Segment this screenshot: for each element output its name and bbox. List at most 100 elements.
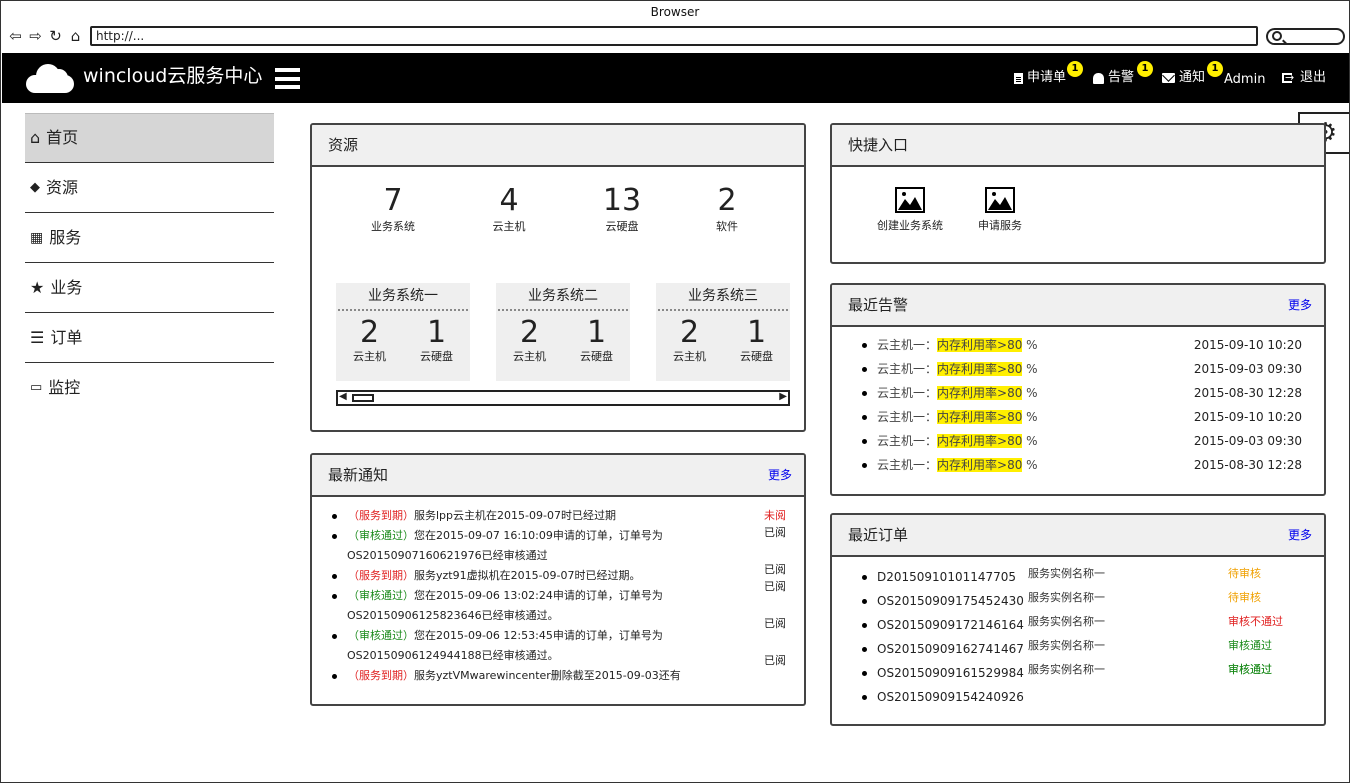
notice-line[interactable]: （服务到期）服务lpp云主机在2015-09-07时已经过期 xyxy=(312,506,804,526)
sidebar-item-orders[interactable]: ☰ 订单 xyxy=(25,313,274,363)
notice-line[interactable]: （服务到期）服务yztVMwarewincenter删除截至2015-09-03… xyxy=(312,666,804,682)
quick-apply-service[interactable]: 申请服务 xyxy=(972,187,1028,235)
alarm-time: 2015-09-03 09:30 xyxy=(1193,434,1302,448)
home-icon[interactable]: ⌂ xyxy=(67,27,84,45)
alarm-row[interactable]: 云主机一：内存利用率>80 % 2015-09-10 10:20 xyxy=(832,333,1324,357)
apply-button[interactable]: 申请单 xyxy=(1014,70,1066,86)
sidebar-item-business[interactable]: ★ 业务 xyxy=(25,263,274,313)
alarm-row[interactable]: 云主机一：内存利用率>80 % 2015-08-30 12:28 xyxy=(832,453,1324,477)
alarm-host: 云主机一： xyxy=(877,434,938,448)
sidebar-item-monitor[interactable]: ▭ 监控 xyxy=(25,363,274,413)
order-id[interactable]: OS20150909154240926 xyxy=(877,685,1024,709)
sidebar-item-resources[interactable]: ◆ 资源 xyxy=(25,163,274,213)
notice-line[interactable]: （审核通过）您在2015-09-07 16:10:09申请的订单，订单号为 xyxy=(312,526,804,546)
notice-line[interactable]: OS20150907160621976已经审核通过 xyxy=(312,546,804,566)
alarm-text: 云主机一：内存利用率>80 % xyxy=(877,405,1038,429)
bullet-icon xyxy=(862,671,867,676)
bullet-icon xyxy=(332,534,337,539)
order-id[interactable]: D20150910101147705 xyxy=(877,565,1016,589)
stat-software[interactable]: 2 软件 xyxy=(682,185,772,235)
notice-status[interactable]: 已阅 xyxy=(764,577,786,597)
alarm-text: 云主机一：内存利用率>80 % xyxy=(877,429,1038,453)
url-input[interactable]: http://... xyxy=(90,26,1258,46)
notice-line[interactable]: OS20150906124944188已经审核通过。 xyxy=(312,646,804,666)
bullet-icon xyxy=(862,463,867,468)
stat-vm[interactable]: 4 云主机 xyxy=(464,185,554,235)
home-icon: ⌂ xyxy=(30,128,41,147)
order-status: 审核不通过 xyxy=(1228,615,1283,628)
notice-line[interactable]: （服务到期）服务yzt91虚拟机在2015-09-07时已经过期。 xyxy=(312,566,804,586)
notice-tag: （服务到期） xyxy=(348,569,414,582)
quick-panel: 快捷入口 创建业务系统 申请服务 xyxy=(830,123,1326,264)
alarm-row[interactable]: 云主机一：内存利用率>80 % 2015-09-03 09:30 xyxy=(832,357,1324,381)
orders-title: 最近订单 xyxy=(848,526,909,544)
bullet-icon xyxy=(862,415,867,420)
alarm-unit: % xyxy=(1026,338,1038,352)
scroll-left-icon[interactable]: ◀ xyxy=(339,391,347,402)
system-card-1[interactable]: 业务系统一 2 云主机 1 云硬盘 xyxy=(336,283,470,381)
notices-title: 最新通知 xyxy=(328,466,389,484)
sidebar-item-home[interactable]: ⌂ 首页 xyxy=(25,113,274,163)
notice-text: 服务lpp云主机在2015-09-07时已经过期 xyxy=(414,509,616,522)
notice-line[interactable]: （审核通过）您在2015-09-06 13:02:24申请的订单，订单号为 xyxy=(312,586,804,606)
back-icon[interactable]: ⇦ xyxy=(7,27,24,45)
notice-status[interactable]: 已阅 xyxy=(764,614,786,634)
notice-list: （服务到期）服务lpp云主机在2015-09-07时已经过期 （审核通过）您在20… xyxy=(312,506,804,682)
scroll-right-icon[interactable]: ▶ xyxy=(779,391,787,402)
quick-create-system[interactable]: 创建业务系统 xyxy=(872,187,948,235)
alarms-more-link[interactable]: 更多 xyxy=(1288,285,1312,325)
notice-status[interactable]: 已阅 xyxy=(764,651,786,671)
browser-search[interactable] xyxy=(1266,28,1345,45)
order-service-name: 服务实例名称一 xyxy=(1028,663,1105,676)
reload-icon[interactable]: ↻ xyxy=(47,27,64,45)
notice-button[interactable]: 通知 xyxy=(1162,70,1205,86)
order-row[interactable]: OS20150909154240926 服务实例名称一 审核通过 xyxy=(832,663,1324,709)
orders-more-link[interactable]: 更多 xyxy=(1288,515,1312,555)
sidebar-item-services[interactable]: ▦ 服务 xyxy=(25,213,274,263)
notice-text: 您在2015-09-06 13:02:24申请的订单，订单号为 xyxy=(414,589,663,602)
alarm-row[interactable]: 云主机一：内存利用率>80 % 2015-09-03 09:30 xyxy=(832,429,1324,453)
system-card-3[interactable]: 业务系统三 2 云主机 1 云硬盘 xyxy=(656,283,790,381)
menu-toggle-icon[interactable] xyxy=(275,68,300,89)
notice-text: OS20150906125823646已经审核通过。 xyxy=(347,609,559,622)
user-menu[interactable]: Admin xyxy=(1224,72,1265,88)
order-id[interactable]: OS20150909161529984 xyxy=(877,661,1024,685)
alarm-time: 2015-09-10 10:20 xyxy=(1193,338,1302,352)
notice-tag: （服务到期） xyxy=(348,669,414,682)
forward-icon[interactable]: ⇨ xyxy=(27,27,44,45)
bullet-icon xyxy=(862,343,867,348)
alarm-host: 云主机一： xyxy=(877,338,938,352)
bullet-icon xyxy=(862,575,867,580)
logout-icon xyxy=(1282,70,1294,86)
stat-business[interactable]: 7 业务系统 xyxy=(348,185,438,235)
scroll-thumb[interactable] xyxy=(352,394,374,402)
alarm-time: 2015-09-10 10:20 xyxy=(1193,410,1302,424)
order-id[interactable]: OS20150909175452430 xyxy=(877,589,1024,613)
notice-text: 您在2015-09-07 16:10:09申请的订单，订单号为 xyxy=(414,529,663,542)
bullet-icon xyxy=(862,695,867,700)
notice-line[interactable]: （审核通过）您在2015-09-06 12:53:45申请的订单，订单号为 xyxy=(312,626,804,646)
alarm-button[interactable]: 告警 xyxy=(1093,70,1134,86)
horizontal-scrollbar[interactable]: ◀ ▶ xyxy=(336,390,790,406)
order-id[interactable]: OS20150909172146164 xyxy=(877,613,1024,637)
alarm-text: 云主机一：内存利用率>80 % xyxy=(877,357,1038,381)
image-icon xyxy=(895,187,925,213)
alarm-unit: % xyxy=(1026,458,1038,472)
bullet-icon xyxy=(332,574,337,579)
cube-icon: ◆ xyxy=(30,179,40,195)
alarm-time: 2015-08-30 12:28 xyxy=(1193,458,1302,472)
alarm-row[interactable]: 云主机一：内存利用率>80 % 2015-08-30 12:28 xyxy=(832,381,1324,405)
notices-more-link[interactable]: 更多 xyxy=(768,455,792,495)
notice-line[interactable]: OS20150906125823646已经审核通过。 xyxy=(312,606,804,626)
notice-status[interactable]: 已阅 xyxy=(764,523,786,543)
alarm-metric: 内存利用率>80 xyxy=(937,458,1023,472)
stat-disk[interactable]: 13 云硬盘 xyxy=(577,185,667,235)
alarm-list: 云主机一：内存利用率>80 % 2015-09-10 10:20 云主机一：内存利用… xyxy=(832,333,1324,477)
alarm-row[interactable]: 云主机一：内存利用率>80 % 2015-09-10 10:20 xyxy=(832,405,1324,429)
image-icon xyxy=(985,187,1015,213)
system-card-2[interactable]: 业务系统二 2 云主机 1 云硬盘 xyxy=(496,283,630,381)
order-service-name: 服务实例名称一 xyxy=(1028,591,1105,604)
order-id[interactable]: OS20150909162741467 xyxy=(877,637,1024,661)
alarm-unit: % xyxy=(1026,386,1038,400)
logout-button[interactable]: 退出 xyxy=(1282,70,1326,86)
